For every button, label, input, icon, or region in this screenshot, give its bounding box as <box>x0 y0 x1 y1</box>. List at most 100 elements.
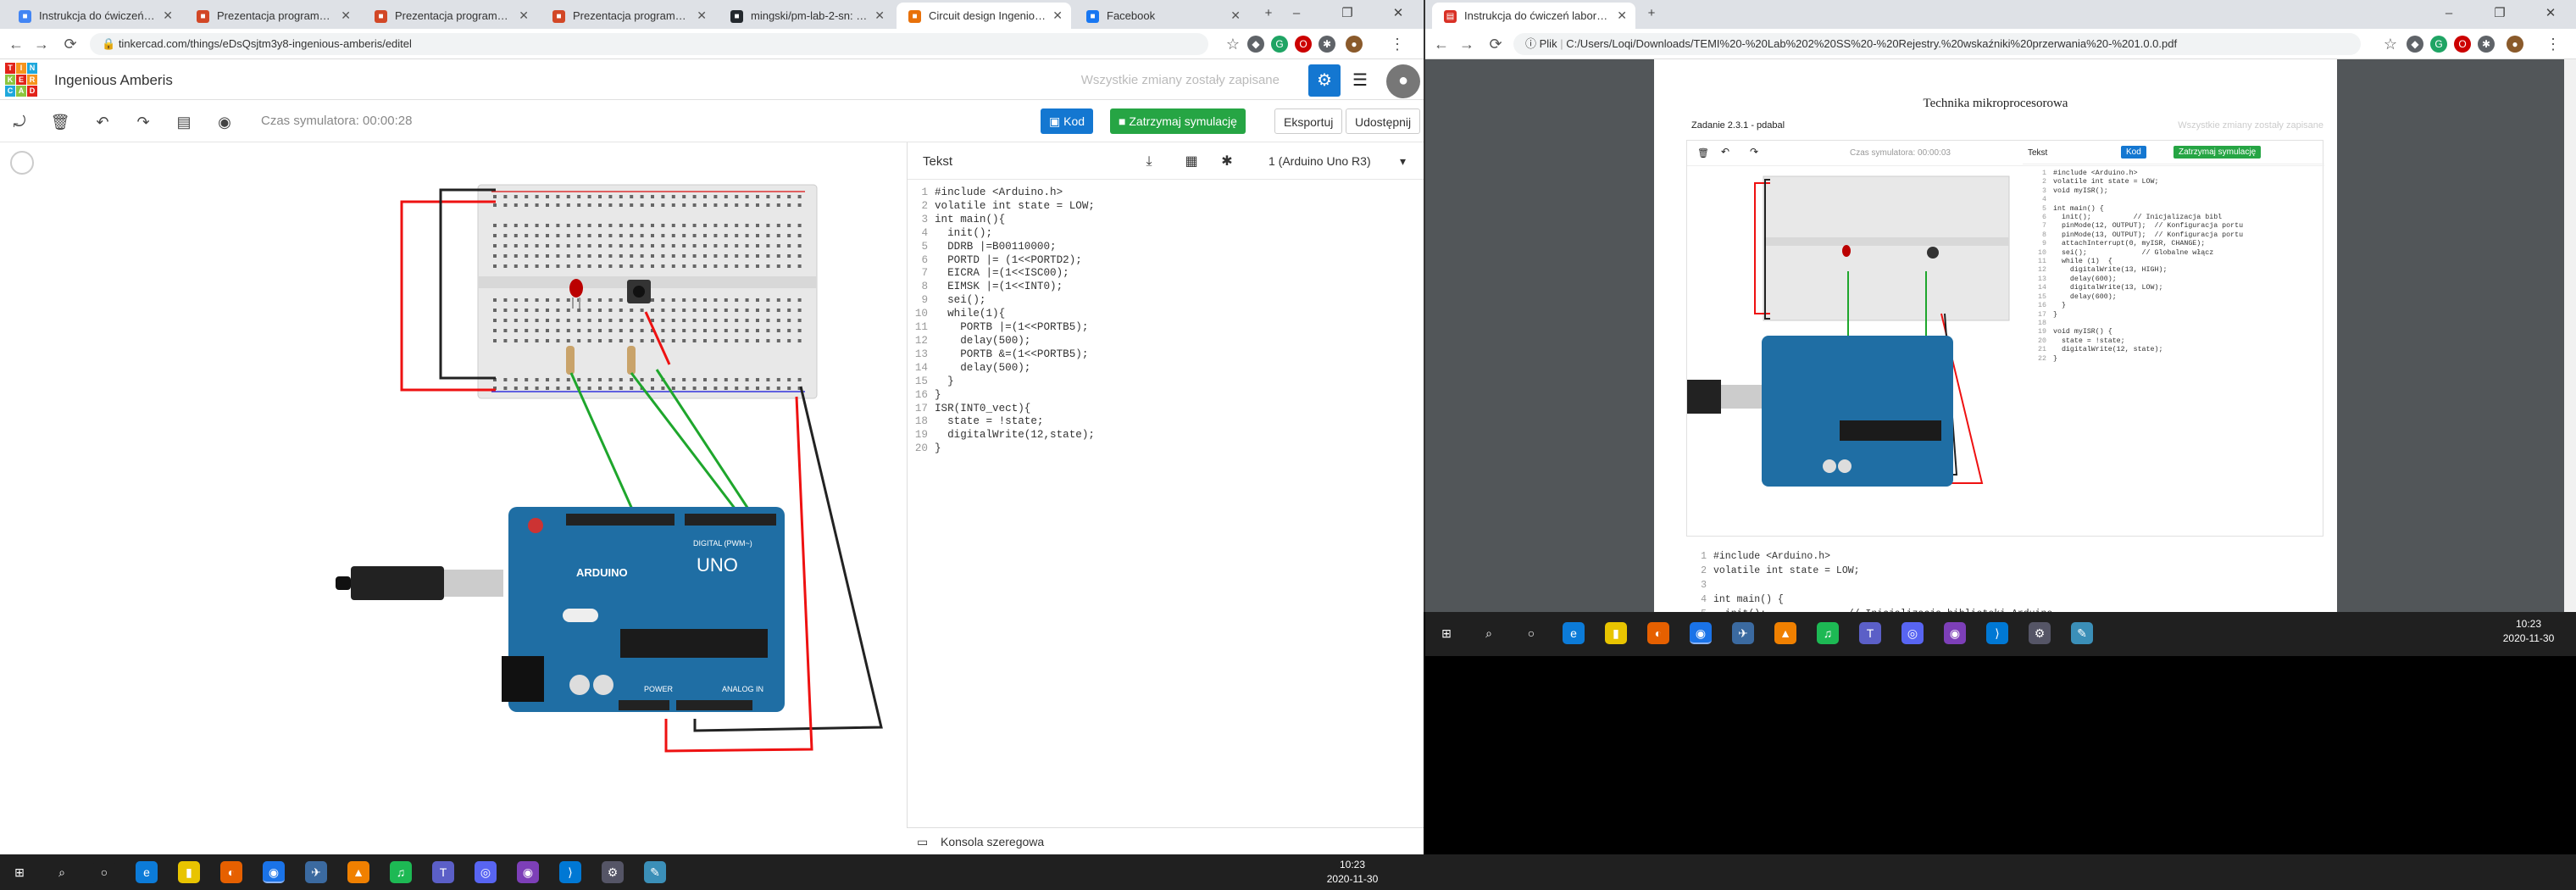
share-button[interactable]: Udostępnij <box>1346 108 1421 134</box>
browser-tab[interactable]: ■ Prezentacja programu Pow ✕ <box>363 3 537 29</box>
vlc-icon[interactable]: ▲ <box>1774 622 1796 644</box>
new-tab-button[interactable]: + <box>1639 0 1664 29</box>
minimize-icon[interactable]: – <box>2423 0 2474 29</box>
edge-icon[interactable]: e <box>136 861 158 883</box>
vscode-icon[interactable]: ⟩ <box>559 861 581 883</box>
design-title[interactable]: Ingenious Amberis <box>54 72 173 89</box>
clock[interactable]: 10:23 2020-11-30 <box>1319 858 1386 887</box>
close-window-icon[interactable]: ✕ <box>1373 0 1424 29</box>
start-icon[interactable]: ⊞ <box>8 861 31 883</box>
browser-tab[interactable]: ■ Prezentacja programu Pow ✕ <box>541 3 715 29</box>
browser-tab[interactable]: ■ Circuit design Ingenious Am ✕ <box>897 3 1071 29</box>
vscode-icon[interactable]: ⟩ <box>1986 622 2008 644</box>
edge-icon[interactable]: e <box>1563 622 1585 644</box>
close-icon[interactable]: ✕ <box>163 3 173 29</box>
resistor[interactable] <box>627 346 636 375</box>
close-icon[interactable]: ✕ <box>341 3 351 29</box>
discord-icon[interactable]: ◎ <box>1901 622 1924 644</box>
back-icon[interactable]: ← <box>5 33 27 55</box>
pdf-scrollbar[interactable] <box>2564 59 2576 612</box>
firefox-icon[interactable]: ◐ <box>1647 622 1669 644</box>
push-button[interactable] <box>627 280 651 303</box>
firefox-icon[interactable]: ◐ <box>220 861 242 883</box>
tab-instrukcja[interactable]: ▤ Instrukcja do ćwiczeń laboratory ✕ <box>1432 3 1635 29</box>
app-icon[interactable]: ✎ <box>2071 622 2093 644</box>
discord-icon[interactable]: ◎ <box>475 861 497 883</box>
chrome-icon[interactable]: ◉ <box>263 861 285 883</box>
close-window-icon[interactable]: ✕ <box>2525 0 2576 29</box>
reload-icon[interactable]: ⟳ <box>59 33 81 55</box>
app-icon[interactable]: ✎ <box>644 861 666 883</box>
download-icon[interactable]: ⤓ <box>1138 151 1160 173</box>
spotify-icon[interactable]: ♫ <box>390 861 412 883</box>
forward-icon[interactable]: → <box>1456 33 1478 55</box>
sticky-notes-icon[interactable]: ▮ <box>1605 622 1627 644</box>
resistor[interactable] <box>566 346 575 375</box>
url-input[interactable]: 🔒 tinkercad.com/things/eDsQsjtm3y8-ingen… <box>90 33 1208 55</box>
profile-avatar[interactable]: ● <box>1346 36 1363 53</box>
forward-icon[interactable]: → <box>31 33 53 55</box>
stop-simulation-button[interactable]: ■ Zatrzymaj symulację <box>1110 108 1246 134</box>
app-icon[interactable]: ⚙ <box>2029 622 2051 644</box>
notes-icon[interactable]: ▤ <box>173 111 195 133</box>
teams-icon[interactable]: T <box>1859 622 1881 644</box>
app-icon[interactable]: ✈ <box>1732 622 1754 644</box>
close-icon[interactable]: ✕ <box>1052 3 1063 29</box>
url-input[interactable]: ⓘ Plik | C:/Users/Loqi/Downloads/TEMI%20… <box>1513 33 2361 55</box>
vlc-icon[interactable]: ▲ <box>347 861 369 883</box>
library-icon[interactable]: ▦ <box>1180 151 1202 173</box>
extension-icon[interactable]: ◆ <box>1247 36 1264 53</box>
puzzle-icon[interactable]: ✱ <box>1319 36 1335 53</box>
menu-icon[interactable]: ⋮ <box>2542 33 2564 55</box>
chrome-icon[interactable]: ◉ <box>1690 622 1712 644</box>
components-list-icon[interactable]: ☰ <box>1344 64 1376 97</box>
profile-avatar[interactable]: ● <box>2507 36 2523 53</box>
close-icon[interactable]: ✕ <box>874 3 885 29</box>
sticky-notes-icon[interactable]: ▮ <box>178 861 200 883</box>
puzzle-icon[interactable]: ✱ <box>2478 36 2495 53</box>
task-view-icon[interactable]: ○ <box>1520 622 1542 644</box>
debug-icon[interactable]: ✱ <box>1216 151 1238 173</box>
maximize-icon[interactable]: ❐ <box>1322 0 1373 29</box>
arduino-uno-board[interactable]: ARDUINO UNO DIGITAL (PWM~) POWER ANALOG … <box>502 507 785 712</box>
reload-icon[interactable]: ⟳ <box>1485 33 1507 55</box>
redo-icon[interactable]: ↷ <box>132 111 154 133</box>
start-icon[interactable]: ⊞ <box>1435 622 1457 644</box>
undo-icon[interactable]: ↶ <box>92 111 114 133</box>
rotate-icon[interactable]: ⤾ <box>8 111 31 133</box>
extension-icon[interactable]: G <box>2430 36 2447 53</box>
extension-icon[interactable]: ◆ <box>2407 36 2423 53</box>
minimize-icon[interactable]: – <box>1271 0 1322 29</box>
code-mode-label[interactable]: Tekst <box>923 154 952 169</box>
board-select[interactable]: 1 (Arduino Uno R3) ▾ <box>1260 149 1413 173</box>
browser-tab[interactable]: ■ Prezentacja programu Pow ✕ <box>185 3 359 29</box>
browser-tab[interactable]: ■ Facebook ✕ <box>1074 3 1249 29</box>
app-icon[interactable]: ◉ <box>1944 622 1966 644</box>
circuit-canvas[interactable]: ARDUINO UNO DIGITAL (PWM~) POWER ANALOG … <box>0 142 907 854</box>
back-icon[interactable]: ← <box>1430 33 1452 55</box>
clock-secondary[interactable]: 10:23 2020-11-30 <box>2495 617 2562 646</box>
delete-icon[interactable]: 🗑 <box>49 111 71 133</box>
app-icon[interactable]: ✈ <box>305 861 327 883</box>
tinkercad-logo[interactable]: TIN KER CAD <box>5 63 37 97</box>
extension-icon[interactable]: G <box>1271 36 1288 53</box>
app-icon[interactable]: ◉ <box>517 861 539 883</box>
export-button[interactable]: Eksportuj <box>1274 108 1343 134</box>
close-icon[interactable]: ✕ <box>1230 3 1241 29</box>
user-avatar[interactable]: ● <box>1386 64 1420 98</box>
search-icon[interactable]: ⌕ <box>51 861 73 883</box>
menu-icon[interactable]: ⋮ <box>1386 33 1408 55</box>
extension-icon[interactable]: O <box>1295 36 1312 53</box>
app-icon[interactable]: ⚙ <box>602 861 624 883</box>
close-icon[interactable]: ✕ <box>697 3 707 29</box>
task-view-icon[interactable]: ○ <box>93 861 115 883</box>
close-icon[interactable]: ✕ <box>519 3 529 29</box>
circuit-view-button[interactable]: ⚙ <box>1308 64 1341 97</box>
extension-icon[interactable]: O <box>2454 36 2471 53</box>
search-icon[interactable]: ⌕ <box>1478 622 1500 644</box>
star-icon[interactable]: ☆ <box>1222 33 1244 55</box>
browser-tab[interactable]: ■ Instrukcja do ćwiczeń labo ✕ <box>7 3 181 29</box>
code-button[interactable]: ▣ Kod <box>1041 108 1094 134</box>
maximize-icon[interactable]: ❐ <box>2474 0 2525 29</box>
browser-tab[interactable]: ■ mingski/pm-lab-2-sn: Repo ✕ <box>719 3 893 29</box>
